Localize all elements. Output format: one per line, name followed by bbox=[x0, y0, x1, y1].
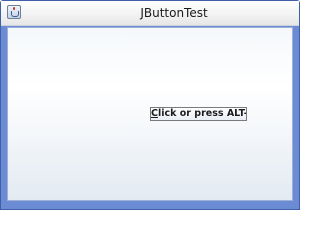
button-label: lick or press ALT-C bbox=[157, 108, 247, 119]
window-title: JButtonTest bbox=[140, 6, 208, 20]
content-pane: Click or press ALT-C bbox=[7, 27, 293, 201]
button-mnemonic: C bbox=[151, 108, 158, 119]
click-button[interactable]: Click or press ALT-C bbox=[150, 107, 247, 121]
app-window: JButtonTest Click or press ALT-C bbox=[0, 0, 300, 210]
title-bar[interactable]: JButtonTest bbox=[1, 1, 299, 26]
